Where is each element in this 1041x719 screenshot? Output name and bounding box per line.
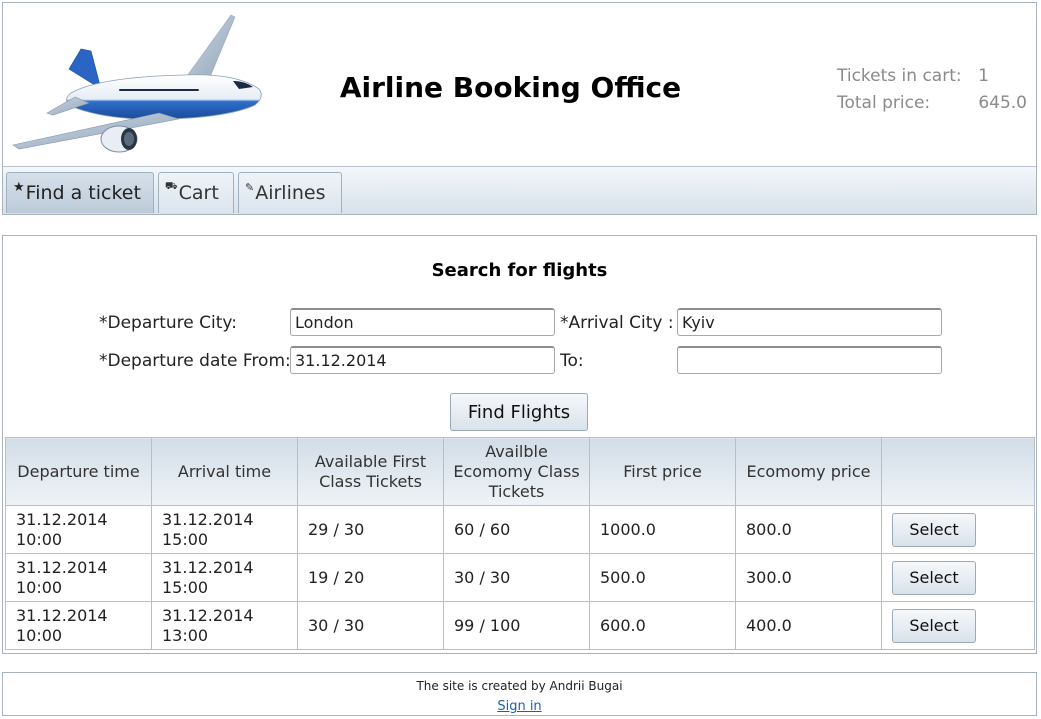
col-arrival-time: Arrival time	[151, 437, 298, 506]
col-actions	[881, 437, 1035, 506]
economy-price-cell: 300.0	[735, 553, 882, 602]
select-button[interactable]: Select	[892, 512, 976, 547]
select-cell: Select	[881, 505, 1035, 554]
departure-city-label: *Departure City:	[99, 313, 237, 333]
economy-price-cell: 800.0	[735, 505, 882, 554]
date-to-input[interactable]	[677, 346, 942, 374]
first-available-cell: 30 / 30	[297, 601, 444, 650]
tab-bar: ★ Find a ticket ⛟ Cart ✎ Airlines	[3, 166, 1036, 214]
cart-summary: Tickets in cart: 1 Total price: 645.0	[837, 63, 1027, 117]
tickets-count: 1	[978, 66, 989, 86]
tab-label: Airlines	[255, 182, 326, 204]
departure-city-input[interactable]	[290, 308, 555, 336]
table-row: 31.12.2014 10:00 31.12.2014 15:00 29 / 3…	[5, 505, 1035, 554]
tab-find-ticket[interactable]: ★ Find a ticket	[6, 172, 154, 213]
search-heading: Search for flights	[431, 260, 608, 281]
find-flights-button[interactable]: Find Flights	[450, 393, 588, 431]
departure-cell: 31.12.2014 10:00	[5, 505, 152, 554]
tab-label: Find a ticket	[25, 182, 141, 204]
first-price-cell: 500.0	[589, 553, 736, 602]
flights-table: Departure time Arrival time Available Fi…	[5, 437, 1035, 650]
arrival-cell: 31.12.2014 15:00	[151, 553, 298, 602]
footer: The site is created by Andrii Bugai Sign…	[2, 672, 1037, 716]
col-economy-price: Ecomomy price	[735, 437, 882, 506]
select-cell: Select	[881, 553, 1035, 602]
sign-in-link[interactable]: Sign in	[3, 699, 1036, 714]
tab-airlines[interactable]: ✎ Airlines	[238, 172, 342, 213]
total-price-value: 645.0	[978, 93, 1027, 113]
total-price-label: Total price:	[837, 93, 931, 113]
economy-available-cell: 99 / 100	[443, 601, 590, 650]
economy-available-cell: 30 / 30	[443, 553, 590, 602]
first-available-cell: 29 / 30	[297, 505, 444, 554]
arrival-cell: 31.12.2014 13:00	[151, 601, 298, 650]
arrival-cell: 31.12.2014 15:00	[151, 505, 298, 554]
select-button[interactable]: Select	[892, 608, 976, 643]
first-price-cell: 600.0	[589, 601, 736, 650]
date-from-input[interactable]	[290, 346, 555, 374]
col-first-available: Available First Class Tickets	[297, 437, 444, 506]
economy-price-cell: 400.0	[735, 601, 882, 650]
select-button[interactable]: Select	[892, 560, 976, 595]
header-panel: Airline Booking Office Tickets in cart: …	[2, 2, 1037, 215]
departure-cell: 31.12.2014 10:00	[5, 553, 152, 602]
col-economy-available: Availble Ecomomy Class Tickets	[443, 437, 590, 506]
tickets-label: Tickets in cart:	[837, 66, 962, 86]
table-row: 31.12.2014 10:00 31.12.2014 13:00 30 / 3…	[5, 601, 1035, 650]
date-from-label: *Departure date From:	[99, 351, 291, 371]
search-panel: Search for flights *Departure City: *Arr…	[2, 235, 1037, 654]
cart-icon: ⛟	[165, 180, 178, 192]
table-row: 31.12.2014 10:00 31.12.2014 15:00 19 / 2…	[5, 553, 1035, 602]
tab-label: Cart	[178, 182, 219, 204]
date-to-label: To:	[560, 351, 584, 371]
star-icon: ★	[13, 179, 25, 195]
site-credit: The site is created by Andrii Bugai	[416, 679, 623, 693]
first-price-cell: 1000.0	[589, 505, 736, 554]
economy-available-cell: 60 / 60	[443, 505, 590, 554]
arrival-city-input[interactable]	[677, 308, 942, 336]
tab-cart[interactable]: ⛟ Cart	[158, 172, 234, 213]
col-departure-time: Departure time	[5, 437, 152, 506]
select-cell: Select	[881, 601, 1035, 650]
total-price: Total price: 645.0	[837, 90, 1027, 117]
tickets-in-cart: Tickets in cart: 1	[837, 63, 1027, 90]
col-first-price: First price	[589, 437, 736, 506]
pin-icon: ✎	[245, 180, 255, 194]
departure-cell: 31.12.2014 10:00	[5, 601, 152, 650]
first-available-cell: 19 / 20	[297, 553, 444, 602]
table-header-row: Departure time Arrival time Available Fi…	[5, 437, 1035, 506]
arrival-city-label: *Arrival City :	[560, 313, 674, 333]
